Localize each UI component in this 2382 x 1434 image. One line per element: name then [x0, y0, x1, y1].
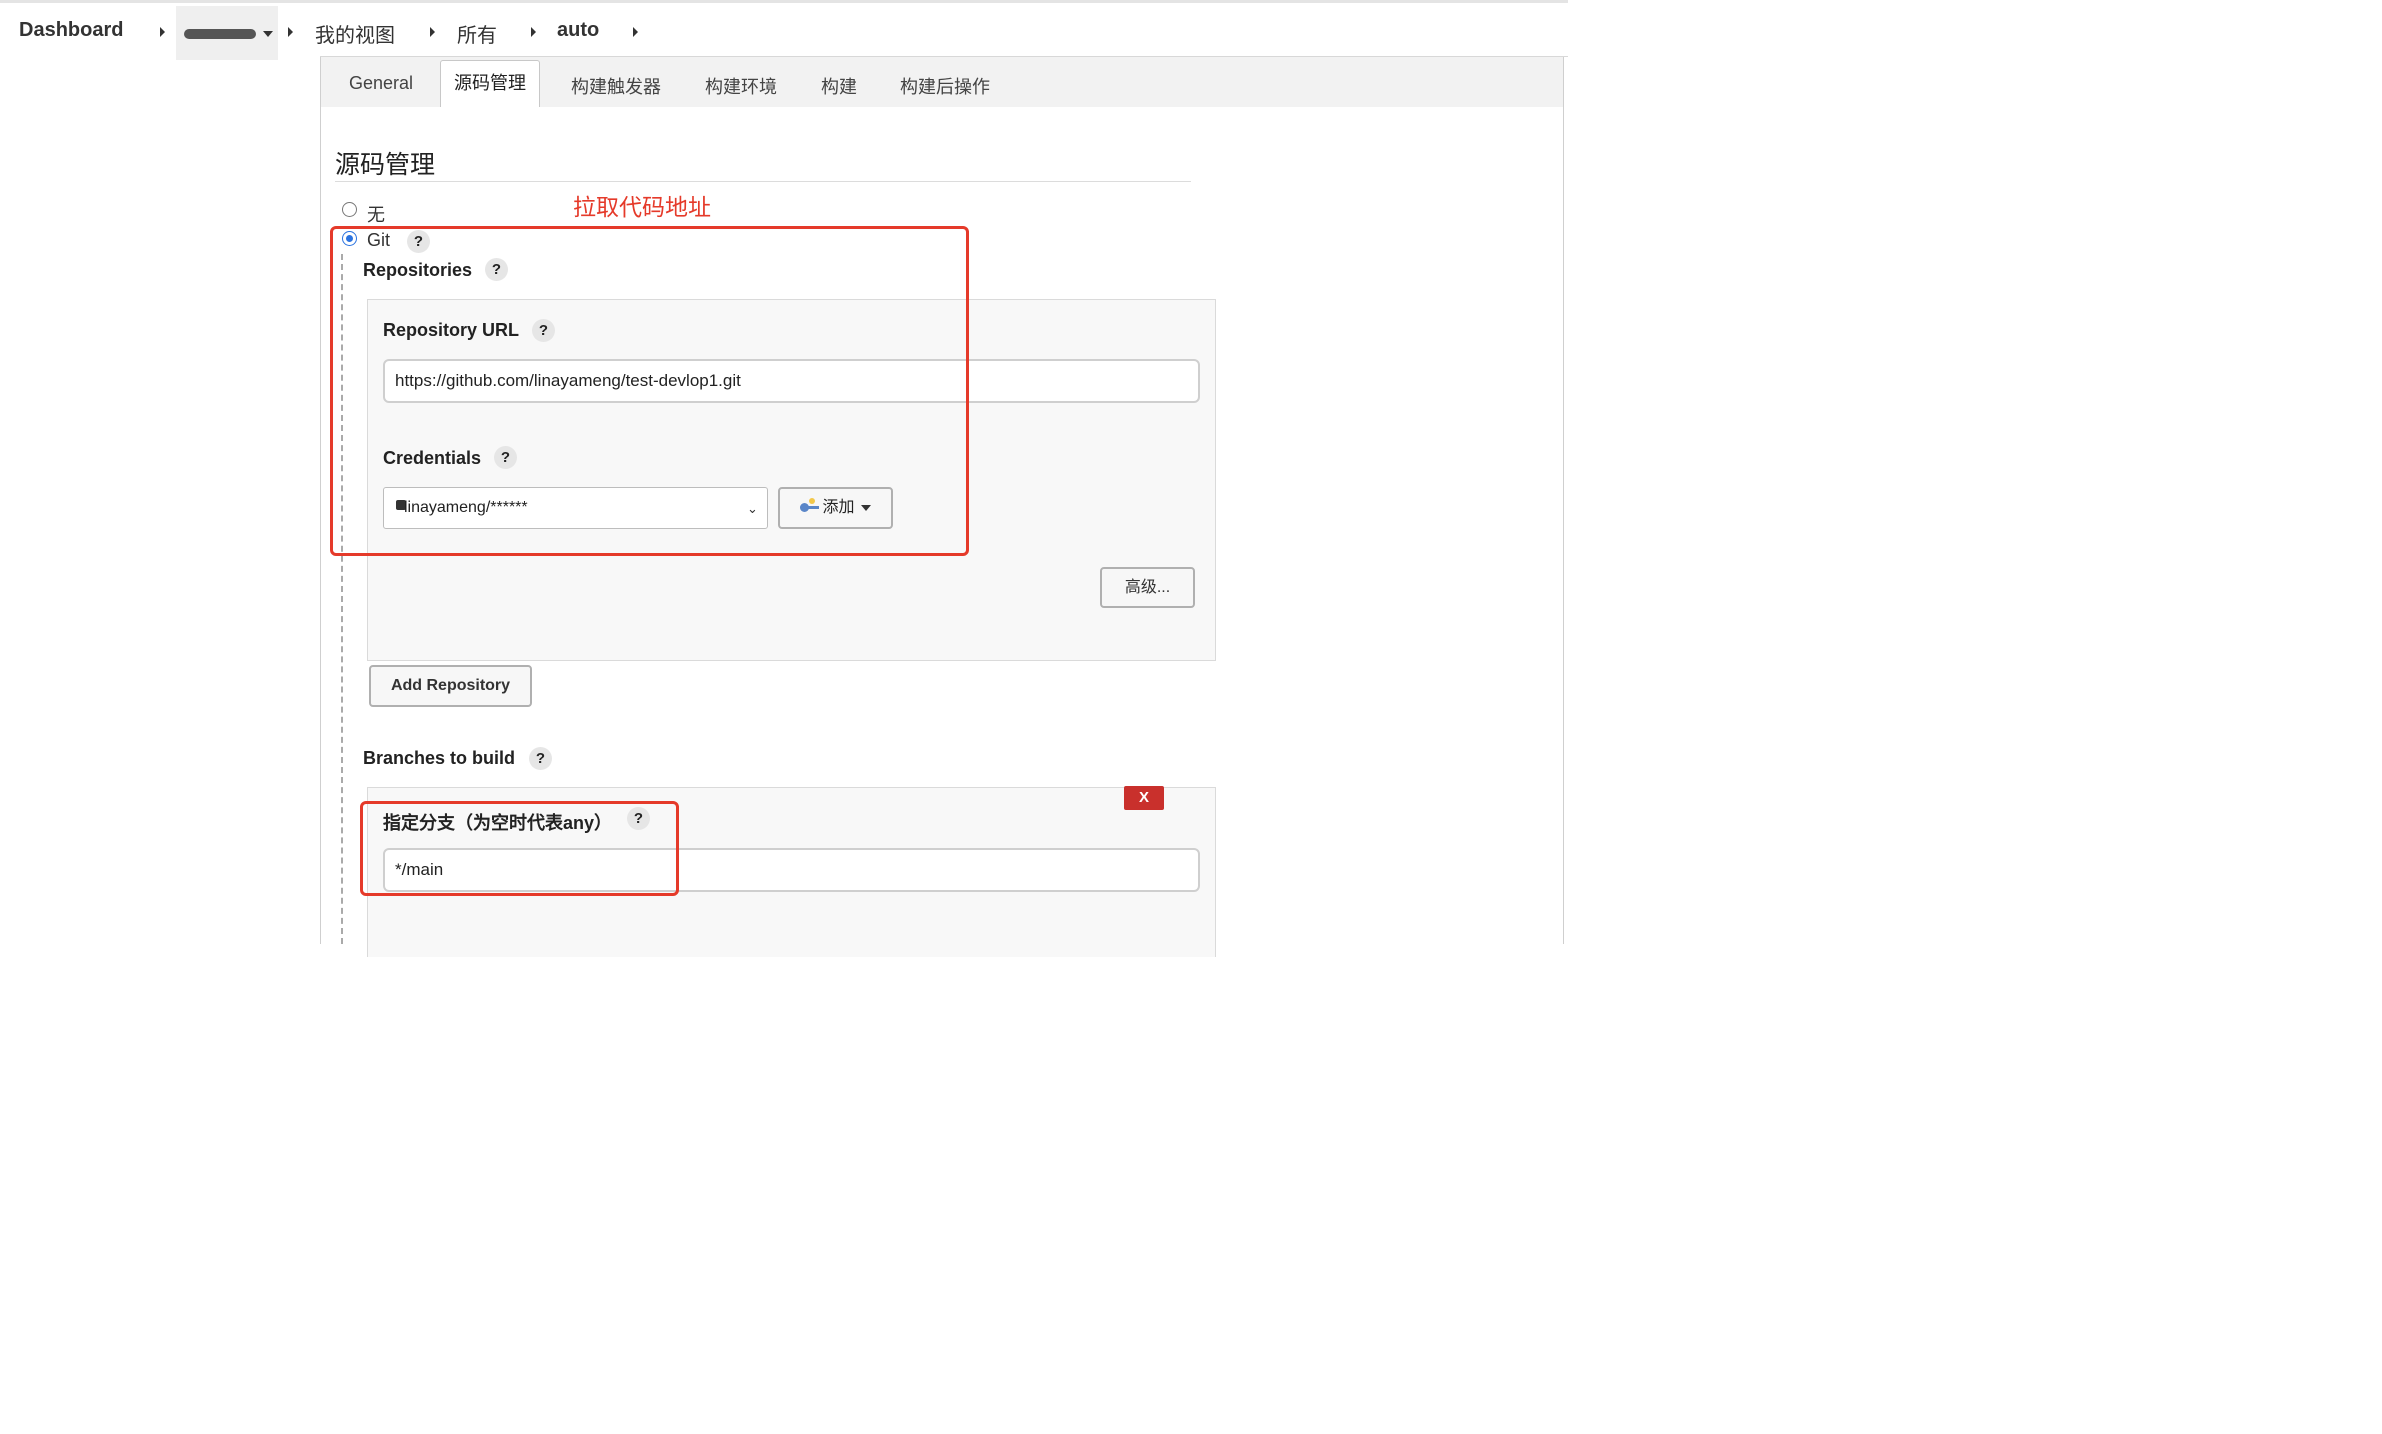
credentials-select[interactable]: linayameng/****** ⌄ [383, 487, 768, 529]
credentials-selected-value: linayameng/****** [404, 499, 528, 516]
tab-post-build-actions[interactable]: 构建后操作 [900, 73, 990, 99]
branches-to-build-label: Branches to build [363, 748, 516, 768]
delete-branch-button[interactable]: X [1124, 786, 1164, 810]
branch-specifier-label: 指定分支（为空时代表any） [383, 813, 613, 833]
branches-help-icon[interactable]: ? [529, 747, 552, 770]
breadcrumb-masked-folder[interactable] [176, 6, 278, 60]
key-icon [800, 497, 820, 513]
redacted-text [184, 29, 256, 39]
breadcrumb-separator-icon[interactable] [160, 27, 165, 37]
git-help-icon[interactable]: ? [407, 230, 430, 253]
scm-none-radio[interactable] [342, 202, 357, 217]
git-section-indent-line [341, 254, 343, 944]
add-repository-button[interactable]: Add Repository [369, 665, 532, 707]
breadcrumb-job-auto[interactable]: auto [557, 19, 599, 42]
chevron-down-icon[interactable] [263, 31, 273, 37]
branch-specifier-input[interactable]: */main [383, 848, 1200, 892]
credentials-help-icon[interactable]: ? [494, 446, 517, 469]
scm-none-label: 无 [367, 205, 385, 225]
breadcrumb-separator-icon[interactable] [430, 27, 435, 37]
job-config-panel: General 源码管理 构建触发器 构建环境 构建 构建后操作 源码管理 无 … [320, 57, 1564, 957]
add-credentials-button[interactable]: 添加 [778, 487, 893, 529]
credentials-label: Credentials [383, 448, 482, 468]
tab-build-triggers[interactable]: 构建触发器 [571, 73, 661, 99]
section-title: 源码管理 [335, 151, 436, 179]
section-divider [335, 181, 1191, 182]
repository-url-help-icon[interactable]: ? [532, 319, 555, 342]
add-credentials-label: 添加 [822, 499, 855, 516]
chevron-down-icon: ⌄ [747, 501, 758, 516]
repositories-label: Repositories [363, 260, 473, 280]
breadcrumb-separator-icon[interactable] [633, 27, 638, 37]
caret-down-icon [860, 504, 871, 511]
repository-entry [367, 299, 1216, 661]
config-tabbar: General 源码管理 构建触发器 构建环境 构建 构建后操作 [321, 57, 1563, 107]
breadcrumb-separator-icon[interactable] [531, 27, 536, 37]
scm-git-radio[interactable] [342, 231, 357, 246]
tab-build-environment[interactable]: 构建环境 [705, 73, 777, 99]
scm-git-label: Git [367, 230, 391, 250]
tab-general[interactable]: General [349, 73, 413, 94]
repositories-help-icon[interactable]: ? [485, 258, 508, 281]
tab-build[interactable]: 构建 [821, 73, 857, 99]
repository-url-label: Repository URL [383, 320, 520, 340]
annotation-label: 拉取代码地址 [573, 194, 711, 220]
breadcrumb-my-views[interactable]: 我的视图 [315, 19, 395, 48]
breadcrumb-dashboard[interactable]: Dashboard [19, 19, 123, 42]
breadcrumb: Dashboard 我的视图 所有 auto [0, 3, 1568, 60]
advanced-button[interactable]: 高级... [1100, 567, 1195, 608]
breadcrumb-separator-icon[interactable] [288, 27, 293, 37]
breadcrumb-all[interactable]: 所有 [457, 19, 497, 48]
branch-specifier-help-icon[interactable]: ? [627, 807, 650, 830]
repository-url-input[interactable]: https://github.com/linayameng/test-devlo… [383, 359, 1200, 403]
tab-source-code-management[interactable]: 源码管理 [440, 60, 540, 107]
